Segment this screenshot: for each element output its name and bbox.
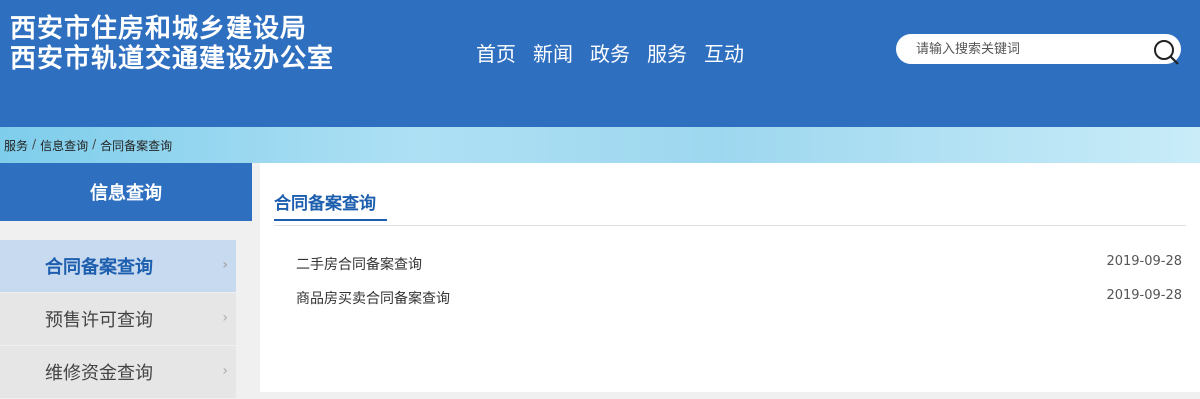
breadcrumb-separator: / (32, 137, 37, 151)
site-header: 西安市住房和城乡建设局 西安市轨道交通建设办公室 首页 新闻 政务 服务 互动 (0, 0, 1200, 127)
list-item: 二手房合同备案查询 2019-09-28 (296, 254, 1182, 274)
divider (274, 225, 1186, 226)
breadcrumb-services[interactable]: 服务 (4, 137, 28, 154)
sidebar-item-presale-query[interactable]: 预售许可查询 › (0, 293, 236, 345)
sidebar-item-label: 维修资金查询 (45, 363, 153, 384)
list-item-date: 2019-09-28 (1106, 254, 1182, 269)
nav-interaction[interactable]: 互动 (704, 38, 744, 67)
main-nav: 首页 新闻 政务 服务 互动 (476, 38, 744, 67)
sidebar-item-contract-query[interactable]: 合同备案查询 › (0, 240, 236, 292)
sidebar-item-fund-query[interactable]: 维修资金查询 › (0, 346, 236, 398)
list-item-date: 2019-09-28 (1106, 288, 1182, 303)
breadcrumb-separator: / (92, 137, 97, 151)
nav-home[interactable]: 首页 (476, 38, 516, 67)
title-underline (274, 219, 387, 221)
sidebar-item-label: 合同备案查询 (45, 257, 153, 278)
search-icon[interactable] (1152, 38, 1180, 66)
site-logo[interactable]: 西安市住房和城乡建设局 西安市轨道交通建设办公室 (10, 14, 334, 74)
search-box (896, 34, 1181, 64)
breadcrumb: 服务 / 信息查询 / 合同备案查询 (4, 137, 172, 154)
site-title-line2: 西安市轨道交通建设办公室 (10, 44, 335, 74)
chevron-right-icon: › (222, 257, 228, 273)
search-input[interactable] (916, 39, 1136, 59)
nav-news[interactable]: 新闻 (533, 38, 573, 67)
sidebar-menu: 合同备案查询 › 预售许可查询 › 维修资金查询 › (0, 240, 236, 399)
list-item: 商品房买卖合同备案查询 2019-09-28 (296, 288, 1182, 308)
site-title-line1: 西安市住房和城乡建设局 (10, 14, 308, 44)
breadcrumb-banner: 服务 / 信息查询 / 合同备案查询 (0, 127, 1200, 163)
list-item-link[interactable]: 商品房买卖合同备案查询 (296, 288, 450, 308)
content-panel: 合同备案查询 二手房合同备案查询 2019-09-28 商品房买卖合同备案查询 … (260, 163, 1200, 392)
nav-services[interactable]: 服务 (647, 38, 687, 67)
breadcrumb-contract-query[interactable]: 合同备案查询 (100, 137, 172, 154)
breadcrumb-info-query[interactable]: 信息查询 (40, 137, 88, 154)
list-item-link[interactable]: 二手房合同备案查询 (296, 254, 422, 274)
page-title: 合同备案查询 (274, 194, 376, 214)
chevron-right-icon: › (222, 310, 228, 326)
sidebar-title: 信息查询 (0, 163, 252, 221)
chevron-right-icon: › (222, 363, 228, 379)
sidebar-item-label: 预售许可查询 (45, 310, 153, 331)
nav-government[interactable]: 政务 (590, 38, 630, 67)
